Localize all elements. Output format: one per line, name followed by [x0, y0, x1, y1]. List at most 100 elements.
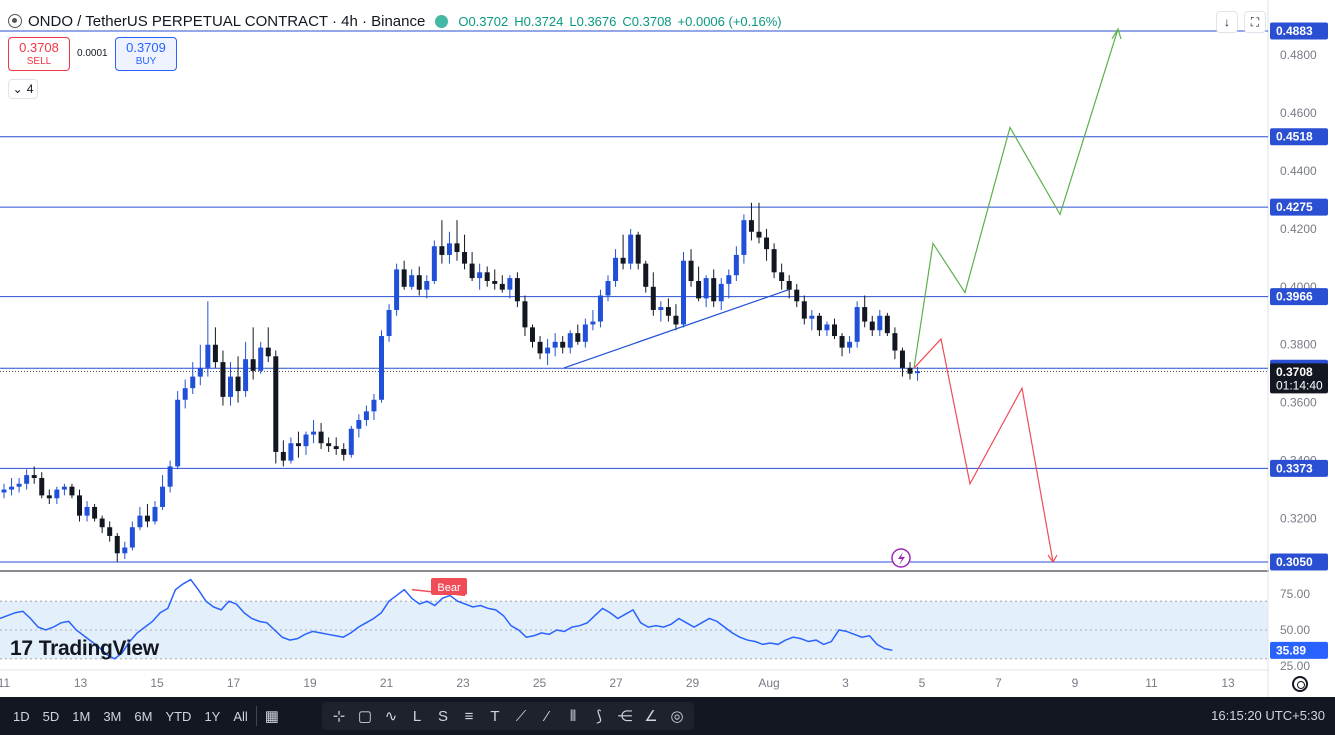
candle-body[interactable] — [862, 307, 868, 322]
candle-body[interactable] — [197, 367, 203, 377]
candle-body[interactable] — [303, 434, 309, 447]
candle-body[interactable] — [24, 475, 30, 484]
candle-body[interactable] — [107, 527, 113, 536]
range-1m[interactable]: 1M — [72, 709, 90, 724]
candle-body[interactable] — [869, 321, 875, 331]
candle-body[interactable] — [39, 477, 45, 496]
candle-body[interactable] — [552, 341, 558, 348]
candle-body[interactable] — [9, 486, 15, 490]
candle-body[interactable] — [560, 341, 566, 348]
candle-body[interactable] — [537, 341, 543, 354]
candle-body[interactable] — [243, 359, 249, 392]
candle-body[interactable] — [69, 486, 75, 496]
path-icon[interactable]: ⟆ — [588, 705, 610, 727]
candle-body[interactable] — [273, 356, 279, 452]
candle-body[interactable] — [1, 489, 7, 493]
candle-body[interactable] — [718, 283, 724, 302]
bearish-projection-path[interactable] — [913, 337, 1054, 563]
eye-icon[interactable]: ◎ — [666, 705, 688, 727]
candle-body[interactable] — [545, 347, 551, 354]
candle-body[interactable] — [628, 234, 634, 264]
trend-line-icon[interactable]: ⁄ — [536, 705, 558, 727]
candle-body[interactable] — [854, 307, 860, 342]
candle-body[interactable] — [605, 281, 611, 296]
chart-area[interactable]: Bear 0.48000.46000.44000.42000.40000.380… — [0, 0, 1335, 697]
candle-body[interactable] — [379, 336, 384, 400]
pattern-icon[interactable]: ∿ — [380, 705, 402, 727]
horizontal-levels[interactable] — [0, 30, 1268, 563]
candle-body[interactable] — [31, 475, 37, 478]
candle-body[interactable] — [688, 260, 694, 282]
candle-body[interactable] — [779, 272, 785, 282]
candle-body[interactable] — [726, 275, 732, 284]
candle-body[interactable] — [288, 443, 294, 461]
price-axis[interactable]: 0.48000.46000.44000.42000.40000.38000.36… — [1269, 0, 1335, 697]
candle-body[interactable] — [280, 451, 286, 461]
indicators-toggle[interactable]: ⌄ 4 — [8, 79, 38, 99]
range-all[interactable]: All — [233, 709, 247, 724]
buy-button[interactable]: 0.3709 BUY — [115, 37, 177, 71]
candle-body[interactable] — [265, 347, 271, 357]
candle-series[interactable] — [1, 202, 921, 562]
candle-body[interactable] — [190, 376, 196, 389]
short-position-icon[interactable]: S — [432, 705, 454, 727]
candle-body[interactable] — [416, 275, 422, 290]
candle-body[interactable] — [824, 324, 830, 331]
candle-body[interactable] — [454, 243, 460, 253]
text-icon[interactable]: T — [484, 705, 506, 727]
candle-body[interactable] — [394, 269, 400, 310]
candle-body[interactable] — [582, 324, 588, 342]
candle-body[interactable] — [99, 518, 105, 528]
candle-body[interactable] — [575, 333, 581, 342]
candle-body[interactable] — [620, 257, 626, 264]
candle-body[interactable] — [884, 315, 890, 334]
candle-body[interactable] — [160, 486, 166, 507]
magnet-icon[interactable]: ∠ — [640, 705, 662, 727]
candle-body[interactable] — [733, 254, 739, 276]
candle-body[interactable] — [175, 399, 181, 467]
range-3m[interactable]: 3M — [103, 709, 121, 724]
candle-body[interactable] — [484, 272, 490, 282]
arrow-down-icon[interactable]: ↓ — [1216, 11, 1238, 33]
sell-button[interactable]: 0.3708 SELL — [8, 37, 70, 71]
candle-body[interactable] — [597, 295, 603, 322]
candle-body[interactable] — [477, 272, 483, 279]
fullscreen-icon[interactable]: ⛶ — [1244, 11, 1266, 33]
candle-body[interactable] — [469, 263, 475, 279]
candle-body[interactable] — [446, 243, 452, 255]
candle-body[interactable] — [673, 315, 679, 325]
candle-body[interactable] — [567, 333, 573, 348]
candle-body[interactable] — [144, 515, 150, 522]
candle-body[interactable] — [711, 278, 717, 302]
candle-body[interactable] — [658, 307, 664, 310]
candle-body[interactable] — [122, 547, 128, 554]
candle-body[interactable] — [220, 362, 226, 397]
long-position-icon[interactable]: L — [406, 705, 428, 727]
time-axis[interactable]: 11 13 15 17 19 21 23 25 27 29 Aug 3 5 7 9 11 13 — [0, 676, 1235, 690]
settings-gear-icon[interactable] — [1292, 676, 1308, 692]
candle-body[interactable] — [794, 289, 800, 302]
candle-body[interactable] — [182, 388, 188, 400]
rectangle-icon[interactable]: ▢ — [354, 705, 376, 727]
candle-body[interactable] — [167, 466, 173, 487]
candle-body[interactable] — [16, 483, 22, 487]
symbol-title[interactable]: ONDO / TetherUS PERPETUAL CONTRACT · 4h … — [28, 13, 425, 30]
candle-body[interactable] — [341, 449, 347, 455]
candle-body[interactable] — [764, 237, 770, 250]
crosshair-icon[interactable]: ⊹ — [328, 705, 350, 727]
fib-icon[interactable]: ≡ — [458, 705, 480, 727]
candle-body[interactable] — [839, 336, 845, 348]
candle-body[interactable] — [786, 281, 792, 290]
candle-body[interactable] — [348, 428, 354, 455]
candle-body[interactable] — [877, 315, 883, 331]
candle-body[interactable] — [439, 246, 445, 255]
candle-body[interactable] — [333, 446, 339, 450]
candle-body[interactable] — [507, 278, 513, 290]
ruler-icon[interactable]: ⋲ — [614, 705, 636, 727]
candle-body[interactable] — [318, 431, 324, 444]
candle-body[interactable] — [681, 260, 686, 325]
candle-body[interactable] — [613, 257, 619, 282]
session-clock[interactable]: 16:15:20 UTC+5:30 — [1211, 708, 1325, 723]
range-1d[interactable]: 1D — [13, 709, 30, 724]
projection-paths[interactable] — [563, 27, 1122, 568]
